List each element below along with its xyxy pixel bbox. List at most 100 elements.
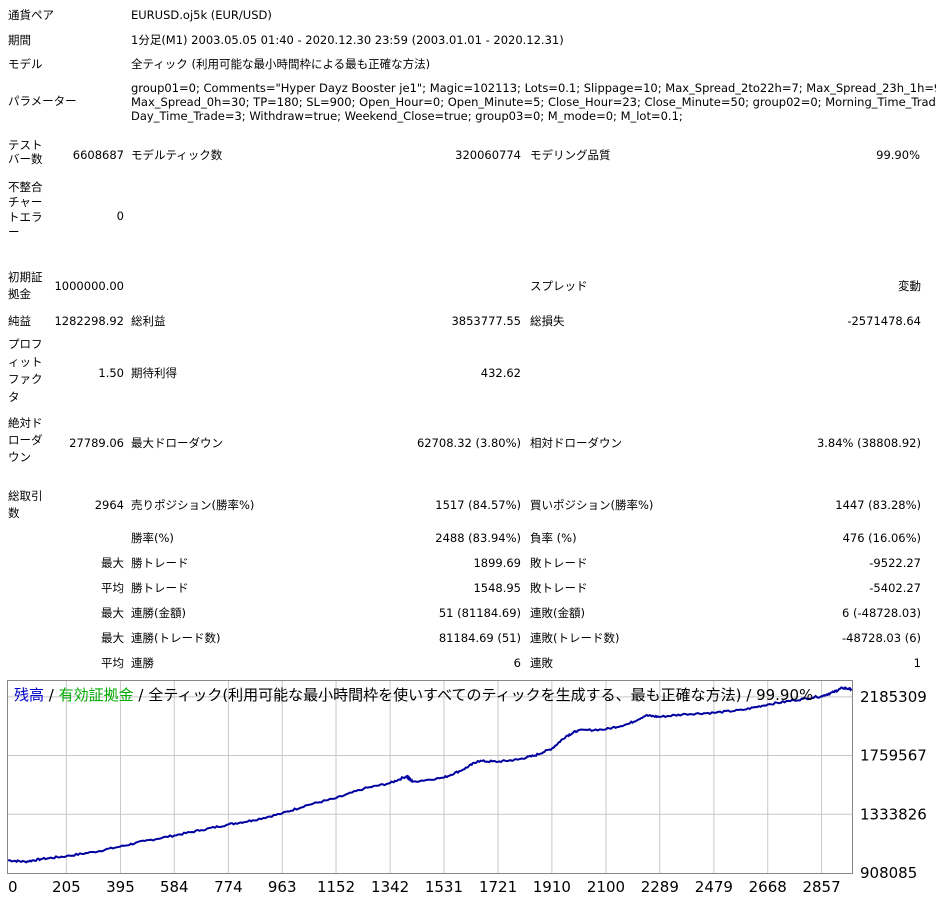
total-trades-value: 2964 [94,498,124,512]
balance-chart-svg: 0 205 395 584 774 963 1152 1342 1531 1721 1910 2100… [7,680,927,896]
largest-win-value: 1899.69 [473,556,521,570]
average-win-label: 勝トレード [131,581,189,595]
average-consecutive-losses-label: 連敗 [530,656,553,670]
symbol-value: EURUSD.oj5k (EUR/USD) [131,8,272,22]
params-line-3: Day_Time_Trade=3; Withdraw=true; Weekend… [131,109,683,123]
max-consecutive-losses-money-label: 連敗(金額) [530,606,585,620]
max-consecutive-losses-count-value: -48728.03 (6) [842,631,921,645]
y-tick-label: 908085 [860,864,917,882]
average-prefix: 平均 [101,581,124,595]
gross-profit-label: 総利益 [131,314,166,328]
average-consecutive-prefix: 平均 [101,656,124,670]
max-consecutive-losses-count-label: 連敗(トレード数) [530,631,620,645]
params-line-2: Max_Spread_0h=30; TP=180; SL=900; Open_H… [131,95,936,109]
max-consecutive-wins-count-value: 81184.69 (51) [438,631,521,645]
params-line-1: group01=0; Comments="Hyper Dayz Booster … [131,81,936,95]
x-tick-label: 1531 [425,878,463,896]
x-tick-label: 205 [52,878,81,896]
balance-chart: 0 205 395 584 774 963 1152 1342 1531 1721 1910 2100… [7,680,936,901]
max-consecutive-losses-money-value: 6 (-48728.03) [842,606,921,620]
quality-label: モデリング品質 [530,148,611,162]
max-consecutive-wins-money-value: 51 (81184.69) [438,606,521,620]
x-tick-labels: 0 205 395 584 774 963 1152 1342 1531 1721 1910 2100… [8,878,841,896]
chart-legend: 残高 / 有効証拠金 / 全ティック(利用可能な最小時間枠を使いすべてのティック… [14,686,813,704]
legend-separator: / [44,686,59,704]
spread-value: 変動 [898,279,921,293]
period-label: 期間 [8,33,31,47]
legend-description: / 全ティック(利用可能な最小時間枠を使いすべてのティックを生成する、最も正確な… [134,686,814,704]
average-loss-label: 敗トレード [530,581,588,595]
params-label: パラメーター [8,94,77,108]
x-tick-label: 1910 [533,878,571,896]
y-tick-labels: 908085 1333826 1759567 2185309 [860,688,927,882]
gross-loss-label: 総損失 [530,314,565,328]
average-loss-value: -5402.27 [869,581,921,595]
absolute-drawdown-label: 絶対ドローダウン [8,416,43,464]
legend-equity: 有効証拠金 [59,686,134,704]
largest-win-label: 勝トレード [131,556,189,570]
bars-label: テストバー数 [8,138,43,166]
win-rate-label: 勝率(%) [131,531,174,545]
average-win-value: 1548.95 [473,581,521,595]
y-tick-label: 1333826 [860,805,927,823]
deposit-value: 1000000.00 [54,279,124,293]
x-tick-label: 2289 [641,878,679,896]
y-tick-label: 1759567 [860,747,927,765]
relative-drawdown-label: 相対ドローダウン [530,436,622,450]
average-consecutive-wins-value: 6 [513,656,521,670]
x-tick-label: 1342 [371,878,409,896]
x-tick-label: 963 [268,878,297,896]
maximal-drawdown-value: 62708.32 (3.80%) [416,436,521,450]
x-tick-label: 2668 [749,878,787,896]
quality-value: 99.90% [876,148,920,162]
loss-rate-value: 476 (16.06%) [842,531,921,545]
max-consecutive-money-prefix: 最大 [101,606,124,620]
long-positions-label: 買いポジション(勝率%) [530,498,654,512]
x-tick-label: 774 [214,878,243,896]
model-label: モデル [8,57,43,71]
relative-drawdown-value: 3.84% (38808.92) [816,436,921,450]
mismatch-value: 0 [116,209,124,223]
x-tick-label: 584 [160,878,189,896]
x-tick-label: 0 [8,878,18,896]
legend-balance: 残高 [14,686,44,704]
win-rate-value: 2488 (83.94%) [435,531,521,545]
x-tick-label: 2857 [802,878,840,896]
loss-rate-label: 負率 (%) [530,531,577,545]
maximal-drawdown-label: 最大ドローダウン [131,436,223,450]
model-value: 全ティック (利用可能な最小時間枠による最も正確な方法) [131,57,431,71]
symbol-label: 通貨ペア [8,8,54,22]
x-tick-label: 1721 [479,878,517,896]
max-consecutive-count-prefix: 最大 [101,631,124,645]
largest-loss-value: -9522.27 [869,556,921,570]
long-positions-value: 1447 (83.28%) [835,498,921,512]
max-consecutive-wins-count-label: 連勝(トレード数) [131,631,221,645]
net-profit-value: 1282298.92 [54,314,124,328]
total-trades-label: 総取引数 [8,489,43,520]
ticks-value: 320060774 [455,148,521,162]
net-profit-label: 純益 [8,314,31,328]
bars-value: 6608687 [72,148,124,162]
largest-loss-label: 敗トレード [530,556,588,570]
period-value: 1分足(M1) 2003.05.05 01:40 - 2020.12.30 23… [131,33,564,47]
gross-loss-value: -2571478.64 [847,314,921,328]
short-positions-value: 1517 (84.57%) [435,498,521,512]
x-tick-label: 395 [106,878,135,896]
ticks-label: モデルティック数 [131,148,223,162]
expected-payoff-label: 期待利得 [131,366,177,380]
mismatch-label: 不整合チャートエラー [8,180,43,239]
x-tick-label: 2100 [587,878,625,896]
short-positions-label: 売りポジション(勝率%) [131,498,255,512]
average-consecutive-wins-label: 連勝 [131,656,154,670]
average-consecutive-losses-value: 1 [913,656,921,670]
largest-prefix: 最大 [101,556,124,570]
max-consecutive-wins-money-label: 連勝(金額) [131,606,186,620]
profit-factor-label: プロフィットファクタ [8,337,43,404]
gross-profit-value: 3853777.55 [451,314,521,328]
y-tick-label: 2185309 [860,688,927,706]
expected-payoff-value: 432.62 [480,366,521,380]
deposit-label: 初期証拠金 [8,270,43,301]
x-tick-label: 1152 [317,878,355,896]
spread-label: スプレッド [530,279,588,293]
absolute-drawdown-value: 27789.06 [69,436,124,450]
